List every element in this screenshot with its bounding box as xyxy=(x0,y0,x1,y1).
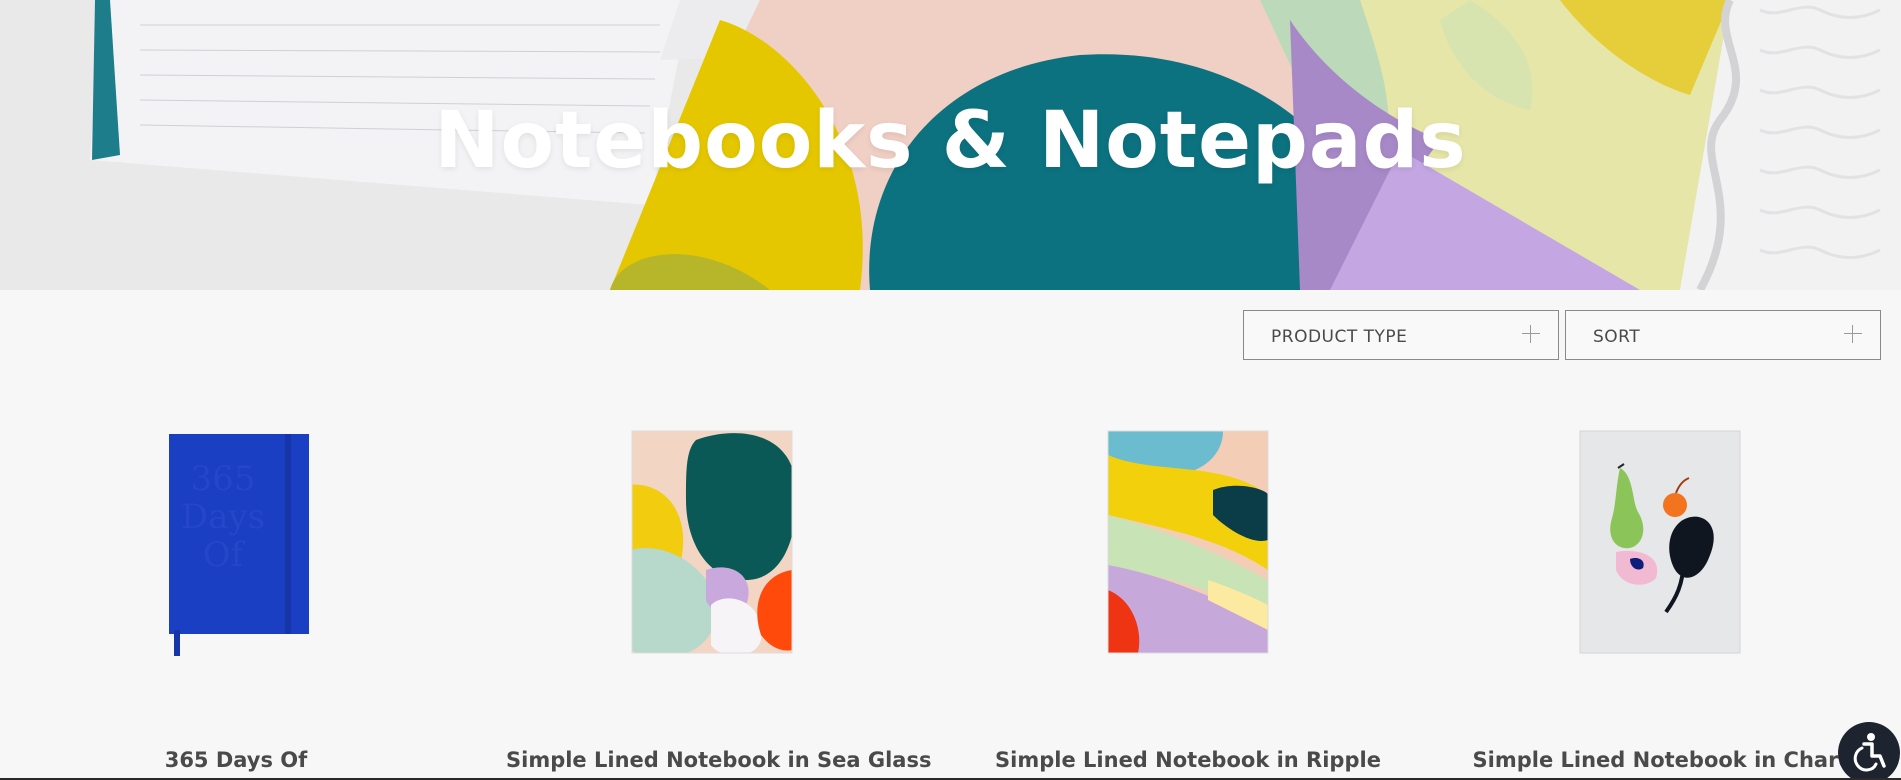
product-card-365-days-of[interactable]: 365 Days Of 365 Days Of xyxy=(71,420,401,780)
cover-text-line-2: Days xyxy=(181,497,265,537)
notebook-cover-ripple xyxy=(1107,430,1269,654)
product-image[interactable] xyxy=(1023,420,1353,670)
product-image[interactable] xyxy=(546,420,876,670)
product-card-sea-glass[interactable]: Simple Lined Notebook in Sea Glass xyxy=(506,420,931,780)
accessibility-button[interactable] xyxy=(1838,722,1900,780)
product-name[interactable]: Simple Lined Notebook in Chard xyxy=(1458,748,1868,772)
product-image[interactable] xyxy=(1498,420,1828,670)
hero-banner: Notebooks & Notepads xyxy=(0,0,1901,290)
sort-filter[interactable]: SORT xyxy=(1565,310,1881,360)
product-name[interactable]: 365 Days Of xyxy=(31,748,441,772)
accessibility-icon xyxy=(1853,733,1886,772)
plus-icon xyxy=(1522,325,1540,343)
product-name[interactable]: Simple Lined Notebook in Ripple xyxy=(983,748,1393,772)
product-type-filter[interactable]: PRODUCT TYPE xyxy=(1243,310,1559,360)
sort-filter-label: SORT xyxy=(1593,327,1641,347)
product-card-chard[interactable]: Simple Lined Notebook in Chard xyxy=(1473,420,1853,780)
notebook-cover-chard xyxy=(1579,430,1741,654)
cover-text-line-3: Of xyxy=(203,535,246,575)
product-image[interactable]: 365 Days Of xyxy=(71,420,401,670)
collection-page: Notebooks & Notepads PRODUCT TYPE SORT 3… xyxy=(0,0,1901,780)
product-card-ripple[interactable]: Simple Lined Notebook in Ripple xyxy=(995,420,1381,780)
product-type-filter-label: PRODUCT TYPE xyxy=(1271,327,1408,347)
page-title: Notebooks & Notepads xyxy=(434,96,1467,186)
cover-text-line-1: 365 xyxy=(191,459,256,499)
notebook-cover-blue: 365 Days Of xyxy=(169,434,309,656)
product-name[interactable]: Simple Lined Notebook in Sea Glass xyxy=(506,748,931,772)
plus-icon xyxy=(1844,325,1862,343)
notebook-cover-sea-glass xyxy=(631,430,793,654)
